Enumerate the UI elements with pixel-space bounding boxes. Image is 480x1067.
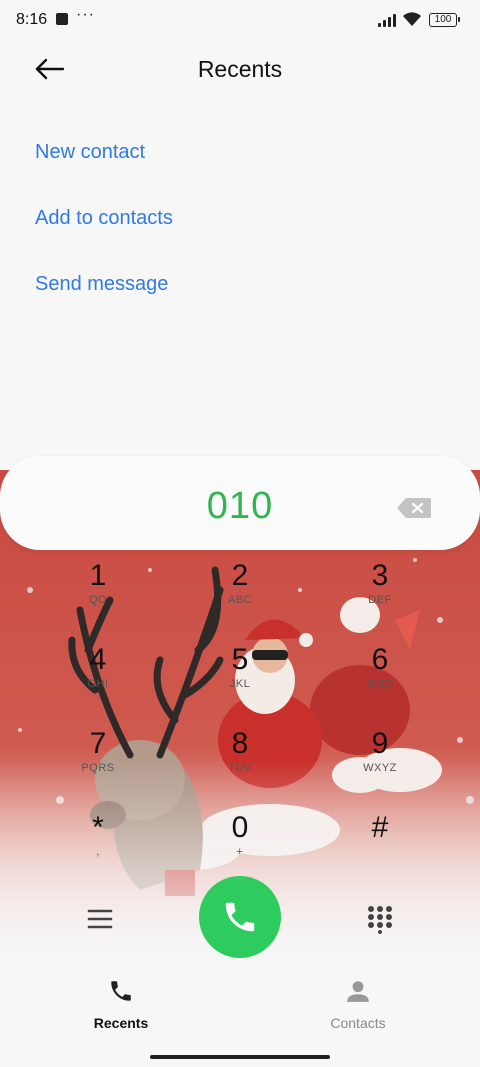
- key-2[interactable]: 2 ABC: [195, 560, 285, 632]
- key-3[interactable]: 3 DEF: [335, 560, 425, 632]
- page-title: Recents: [197, 56, 283, 82]
- key-letters: QO: [88, 594, 108, 606]
- status-bar: 8:16 ··· 100: [0, 0, 480, 42]
- key-digit: 5: [231, 643, 249, 676]
- call-button[interactable]: [199, 876, 281, 958]
- key-digit: 0: [231, 811, 249, 844]
- key-letters: DEF: [368, 594, 392, 606]
- key-7[interactable]: 7 PQRS: [53, 728, 143, 800]
- signal-icon: [378, 13, 398, 27]
- key-5[interactable]: 5 JKL: [195, 644, 285, 716]
- tab-recents-label: Recents: [93, 1015, 149, 1031]
- tab-contacts[interactable]: Contacts: [298, 978, 418, 1034]
- key-letters: PQRS: [81, 762, 115, 774]
- key-digit: *: [92, 811, 104, 844]
- key-letters: GHI: [87, 678, 109, 690]
- phone-icon: [225, 902, 255, 932]
- notification-icon: [56, 13, 68, 25]
- add-to-contacts-link[interactable]: Add to contacts: [35, 207, 173, 230]
- person-icon: [347, 981, 369, 1002]
- key-0[interactable]: 0 +: [195, 812, 285, 884]
- key-letters: ,: [96, 846, 100, 858]
- key-digit: 2: [231, 559, 249, 592]
- more-notifications-icon: ···: [76, 6, 95, 23]
- key-digit: 6: [371, 643, 389, 676]
- key-8[interactable]: 8 TUV: [195, 728, 285, 800]
- battery-icon: 100: [429, 13, 460, 27]
- key-9[interactable]: 9 WXYZ: [335, 728, 425, 800]
- back-button[interactable]: [30, 52, 70, 88]
- tab-recents[interactable]: Recents: [61, 978, 181, 1034]
- new-contact-link[interactable]: New contact: [35, 141, 145, 164]
- key-1[interactable]: 1 QO: [53, 560, 143, 632]
- status-time: 8:16: [16, 11, 48, 28]
- send-message-link[interactable]: Send message: [35, 273, 168, 296]
- backspace-button[interactable]: [396, 496, 432, 520]
- key-letters: ABC: [227, 594, 253, 606]
- menu-button[interactable]: [84, 903, 116, 935]
- tab-contacts-label: Contacts: [330, 1015, 386, 1031]
- key-digit: 9: [371, 727, 389, 760]
- key-letters: TUV: [228, 762, 252, 774]
- key-star[interactable]: *,: [53, 812, 143, 884]
- key-letters: WXYZ: [363, 762, 397, 774]
- key-letters: JKL: [229, 678, 251, 690]
- battery-level: 100: [434, 14, 452, 25]
- key-digit: #: [371, 811, 389, 844]
- key-digit: 4: [89, 643, 107, 676]
- wifi-icon: [403, 12, 421, 26]
- phone-icon: [111, 981, 131, 1001]
- key-4[interactable]: 4 GHI: [53, 644, 143, 716]
- key-digit: 8: [231, 727, 249, 760]
- key-letters: +: [236, 846, 244, 858]
- dialpad-icon: [368, 906, 392, 934]
- key-6[interactable]: 6 MNO: [335, 644, 425, 716]
- key-digit: 7: [89, 727, 107, 760]
- key-digit: 1: [89, 559, 107, 592]
- backspace-icon: [397, 498, 431, 518]
- key-digit: 3: [371, 559, 389, 592]
- dialpad-toggle-button[interactable]: [366, 904, 394, 934]
- menu-icon: [87, 909, 113, 929]
- home-indicator[interactable]: [150, 1055, 330, 1059]
- arrow-left-icon: [35, 58, 65, 80]
- key-letters: MNO: [366, 678, 394, 690]
- key-hash[interactable]: #: [335, 812, 425, 884]
